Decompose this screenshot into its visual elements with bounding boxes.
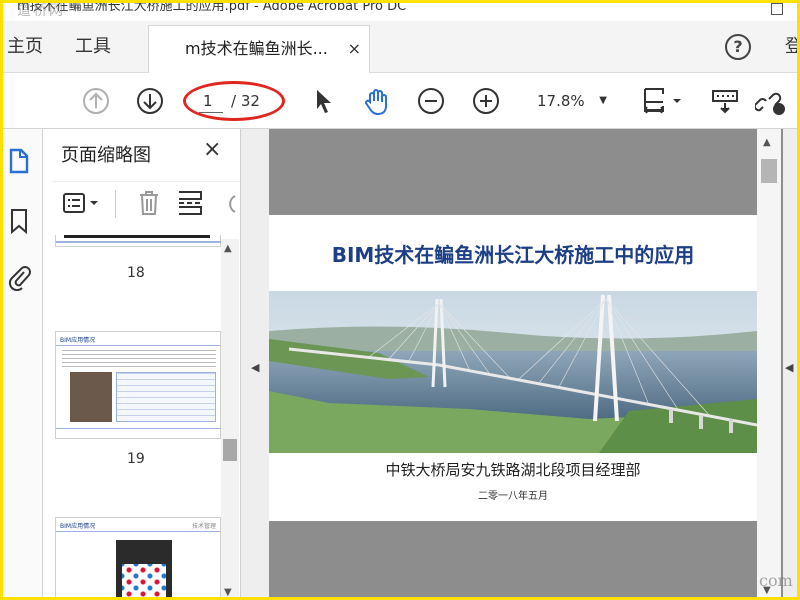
scroll-up-icon[interactable]: ▲ [763,137,771,148]
bridge-photo [269,291,758,453]
previous-page-icon[interactable] [80,85,112,117]
red-annotation-oval [183,81,285,121]
thumbnail-page-19[interactable]: BIM应用情况 [55,331,222,439]
thumbnail-list: 18 BIM应用情况 19 BIM应用情况 技术管理 [43,235,223,597]
app-window: m技术在鳊鱼洲长江大桥施工的应用.pdf - Adobe Acrobat Pro… [0,0,800,600]
page-number-18: 18 [127,265,145,281]
bookmark-icon[interactable] [7,207,31,235]
options-menu-icon[interactable] [63,192,99,214]
right-collapse-strip: ◀ [783,129,797,597]
zoom-value: 17.8% [537,92,585,110]
rotate-keyboard-icon[interactable] [709,85,741,117]
toolbar-divider [115,190,116,218]
zoom-select[interactable]: 17.8% ▼ [527,87,613,115]
document-title: BIM技术在鳊鱼洲长江大桥施工中的应用 [331,243,695,267]
scrollbar-thumb[interactable] [761,159,777,183]
tab-tools[interactable]: 工具 [75,21,111,73]
thumbnails-panel: 页面缩略图 × 18 BIM应用情况 19 BIM应用情况 技术管理 ▲ ▼ [43,129,241,597]
document-tab-label: m技术在鳊鱼洲长... [185,39,328,58]
tab-document[interactable]: m技术在鳊鱼洲长... × [148,25,370,73]
sign-in-button[interactable]: 登 [785,21,797,73]
window-title: m技术在鳊鱼洲长江大桥施工的应用.pdf - Adobe Acrobat Pro… [17,3,407,14]
thumbnail-page-20[interactable]: BIM应用情况 技术管理 [55,517,221,597]
attachment-icon[interactable] [7,263,31,292]
pdf-page: BIM技术在鳊鱼洲长江大桥施工中的应用 中铁大桥局安九铁路湖北段项目经理部 二零… [269,215,758,521]
hand-tool-icon[interactable] [361,85,393,117]
thumbnail-header: BIM应用情况 [56,332,220,346]
tab-bar: 主页 工具 m技术在鳊鱼洲长... × ? 登 [3,21,797,73]
document-date: 二零一八年五月 [478,491,548,502]
panel-toolbar [53,181,239,221]
corner-watermark: com [759,571,793,590]
scroll-up-icon[interactable]: ▲ [224,243,232,254]
maximize-button[interactable] [771,3,783,15]
thumbnail-header: BIM应用情况 技术管理 [56,518,220,532]
panel-close-icon[interactable]: × [203,137,221,162]
next-page-icon[interactable] [134,85,166,117]
rotate-page-icon[interactable] [221,190,237,216]
zoom-out-icon[interactable] [415,85,447,117]
collapse-right-icon[interactable]: ◀ [785,361,793,374]
scrollbar-thumb[interactable] [223,439,237,461]
thumbnail-page-18[interactable] [55,235,222,247]
site-watermark: 道桥网 [17,3,65,19]
panel-title: 页面缩略图 [61,145,151,166]
tab-home[interactable]: 主页 [7,21,43,73]
title-bar: m技术在鳊鱼洲长江大桥施工的应用.pdf - Adobe Acrobat Pro… [3,3,797,21]
share-link-icon[interactable] [753,85,787,117]
help-icon[interactable]: ? [725,34,751,60]
page-thumbnails-icon[interactable] [7,147,31,175]
chevron-down-icon: ▼ [599,95,607,106]
document-scrollbar[interactable]: ▲ ▼ [757,129,781,597]
zoom-in-icon[interactable] [470,85,502,117]
thumbnail-scrollbar[interactable]: ▲ ▼ [221,239,239,597]
left-collapse-strip: ◀ [241,129,269,597]
organization-name: 中铁大桥局安九铁路湖北段项目经理部 [385,461,641,479]
select-cursor-icon[interactable] [307,85,339,117]
delete-page-icon[interactable] [137,190,161,216]
document-viewer: ◀ BIM技术在鳊鱼洲长江大桥施工中的应用 中铁大桥局安九铁路湖北段项目经理部 … [241,129,797,597]
insert-page-icon[interactable] [177,190,203,216]
page-number-19: 19 [127,451,145,467]
page-fit-icon[interactable] [641,85,685,117]
close-tab-icon[interactable]: × [348,26,361,72]
toolbar: 1 / 32 17.8% ▼ [3,73,797,129]
scroll-down-icon[interactable]: ▼ [224,587,232,597]
left-rail [3,129,43,597]
collapse-left-icon[interactable]: ◀ [251,361,259,374]
